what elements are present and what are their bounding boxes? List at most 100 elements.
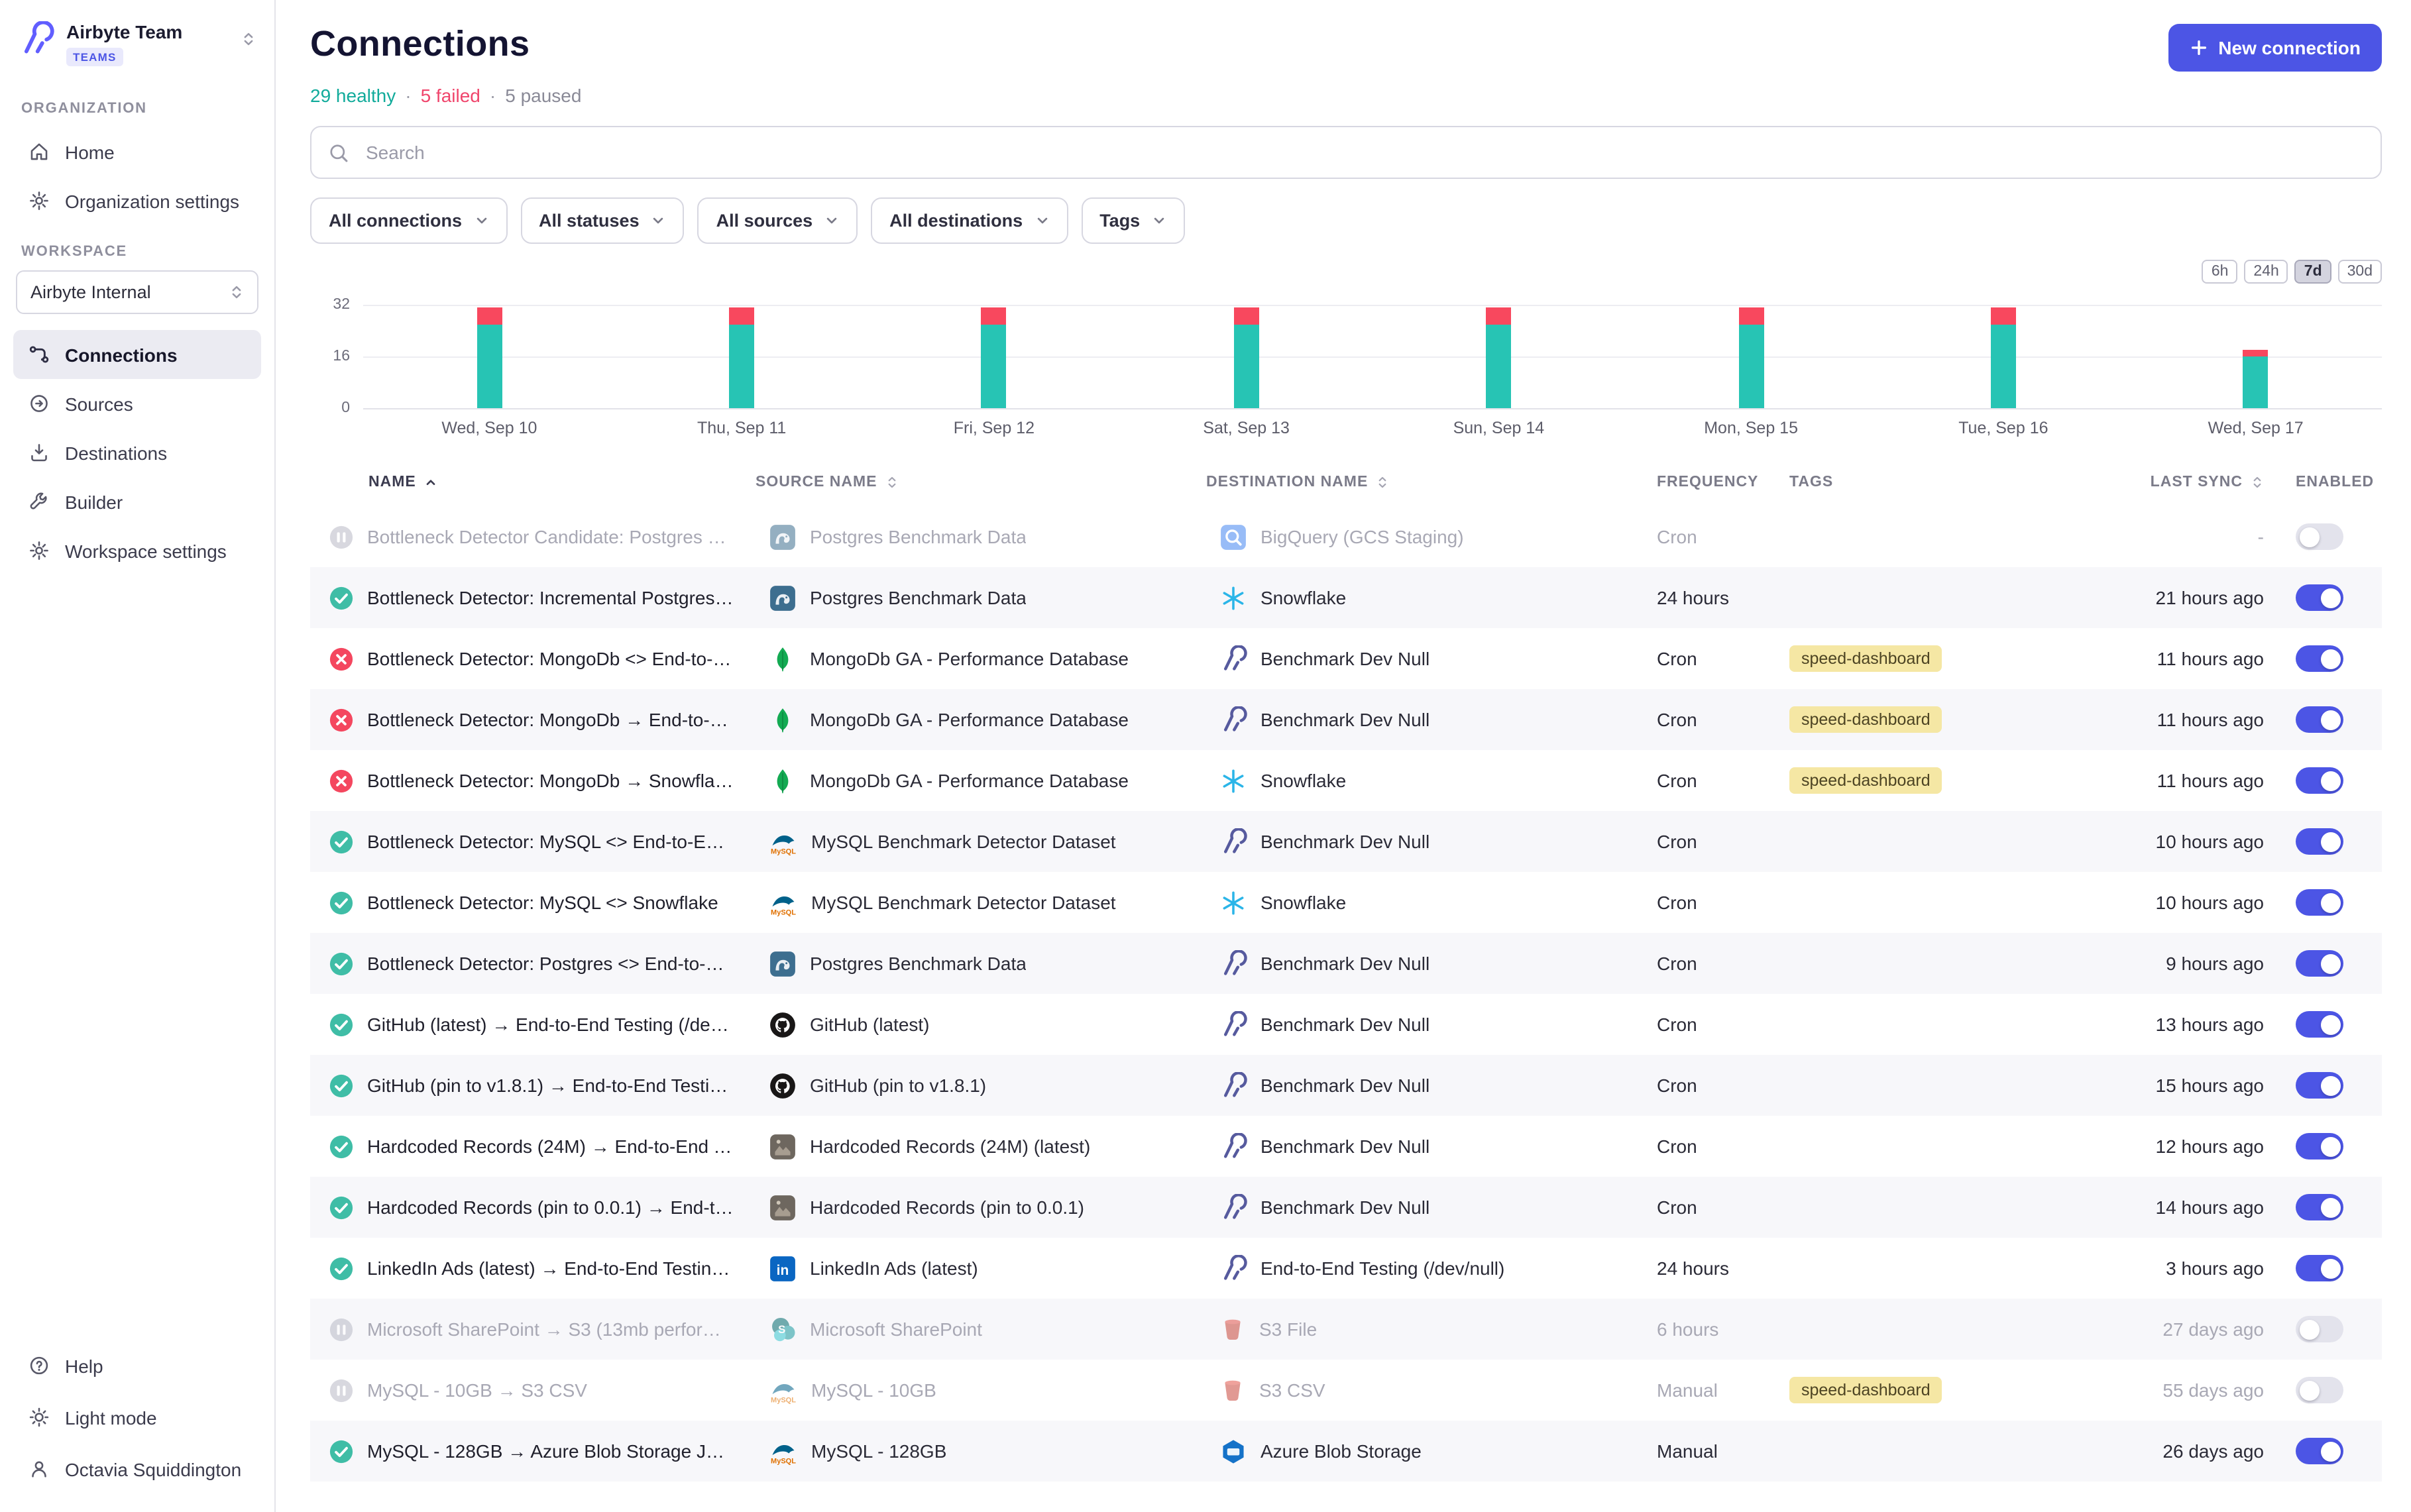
enabled-toggle[interactable]	[2296, 1316, 2343, 1342]
chart-bar[interactable]	[729, 308, 754, 408]
frequency-value: 24 hours	[1657, 1258, 1729, 1279]
filter-all-connections[interactable]: All connections	[310, 197, 507, 244]
last-sync-value: 12 hours ago	[2156, 1136, 2264, 1157]
filter-all-sources[interactable]: All sources	[698, 197, 858, 244]
source-name: Microsoft SharePoint	[810, 1319, 982, 1340]
table-row[interactable]: GitHub (pin to v1.8.1) → End-to-End Test…	[310, 1055, 2382, 1116]
table-row[interactable]: Hardcoded Records (pin to 0.0.1) → End-t…	[310, 1177, 2382, 1238]
table-row[interactable]: Microsoft SharePoint → S3 (13mb performa…	[310, 1299, 2382, 1360]
connection-name: GitHub (latest) → End-to-End Testing (/d…	[367, 1014, 734, 1035]
chart-bar[interactable]	[1234, 308, 1259, 408]
chart-bar-slot	[1120, 308, 1373, 408]
sidebar-item-home[interactable]: Home	[13, 127, 261, 176]
destination-cell: Snowflake	[1206, 584, 1657, 612]
column-header-tags[interactable]: TAGS	[1789, 474, 2121, 490]
time-range-7d[interactable]: 7d	[2295, 260, 2331, 284]
enabled-toggle[interactable]	[2296, 1072, 2343, 1099]
sidebar-item-organization-settings[interactable]: Organization settings	[13, 176, 261, 225]
table-row[interactable]: Bottleneck Detector: MongoDb → Snowflake…	[310, 750, 2382, 811]
hardcoded-records-icon	[769, 1193, 797, 1221]
chart-bar[interactable]	[1486, 308, 1511, 408]
destination-name: Snowflake	[1261, 892, 1346, 913]
sidebar-footer-item-octavia-squiddington[interactable]: Octavia Squiddington	[13, 1444, 261, 1493]
table-row[interactable]: Bottleneck Detector: Incremental Postgre…	[310, 567, 2382, 628]
enabled-toggle[interactable]	[2296, 1255, 2343, 1281]
enabled-toggle[interactable]	[2296, 584, 2343, 611]
enabled-toggle[interactable]	[2296, 889, 2343, 916]
table-row[interactable]: MySQL - 10GB → S3 CSVMySQLMySQL - 10GBS3…	[310, 1360, 2382, 1421]
chart-bar-failed-segment	[981, 308, 1007, 324]
chart-bar[interactable]	[477, 308, 502, 408]
frequency-cell: Cron	[1657, 1014, 1789, 1035]
enabled-toggle[interactable]	[2296, 706, 2343, 733]
column-header-source-name[interactable]: SOURCE NAME	[756, 474, 1206, 490]
column-header-frequency[interactable]: FREQUENCY	[1657, 474, 1789, 490]
enabled-toggle[interactable]	[2296, 1011, 2343, 1038]
chart-bar-slot	[363, 308, 616, 408]
sidebar-item-workspace-settings[interactable]: Workspace settings	[13, 526, 261, 575]
chart-bar-succeeded-segment	[1234, 324, 1259, 408]
column-header-name[interactable]: NAME	[310, 474, 756, 490]
chart-bar-failed-segment	[1234, 308, 1259, 324]
column-header-label: DESTINATION NAME	[1206, 474, 1368, 490]
sidebar-footer-item-help[interactable]: Help	[13, 1341, 261, 1390]
time-range-24h[interactable]: 24h	[2244, 260, 2288, 284]
table-row[interactable]: Bottleneck Detector: MySQL <> End-to-End…	[310, 811, 2382, 872]
search-input[interactable]	[363, 140, 2365, 164]
table-row[interactable]: Bottleneck Detector Candidate: Postgres …	[310, 506, 2382, 567]
destination-name: BigQuery (GCS Staging)	[1261, 526, 1464, 547]
table-row[interactable]: Bottleneck Detector: Postgres <> End-to-…	[310, 933, 2382, 994]
sidebar-item-destinations[interactable]: Destinations	[13, 428, 261, 477]
table-row[interactable]: Bottleneck Detector: MongoDb → End-to-En…	[310, 689, 2382, 750]
column-header-enabled[interactable]: ENABLED	[2280, 474, 2382, 490]
frequency-cell: Cron	[1657, 526, 1789, 547]
connection-name-cell: Bottleneck Detector: Incremental Postgre…	[310, 585, 756, 610]
chart-bar[interactable]	[1991, 308, 2016, 408]
sidebar-item-connections[interactable]: Connections	[13, 330, 261, 379]
frequency-value: 24 hours	[1657, 587, 1729, 608]
time-range-30d[interactable]: 30d	[2338, 260, 2382, 284]
chart-bar[interactable]	[1738, 308, 1764, 408]
enabled-toggle[interactable]	[2296, 950, 2343, 977]
enabled-toggle[interactable]	[2296, 1133, 2343, 1160]
organization-section-label: ORGANIZATION	[21, 101, 253, 117]
frequency-value: Manual	[1657, 1440, 1718, 1462]
table-row[interactable]: Bottleneck Detector: MySQL <> SnowflakeM…	[310, 872, 2382, 933]
enabled-toggle[interactable]	[2296, 828, 2343, 855]
enabled-cell	[2280, 645, 2382, 672]
chart-bar[interactable]	[981, 308, 1007, 408]
enabled-toggle[interactable]	[2296, 1377, 2343, 1403]
destination-name: Benchmark Dev Null	[1261, 709, 1430, 730]
chart-bar[interactable]	[2243, 350, 2269, 408]
sidebar-item-sources[interactable]: Sources	[13, 379, 261, 428]
table-row[interactable]: GitHub (latest) → End-to-End Testing (/d…	[310, 994, 2382, 1055]
table-row[interactable]: Hardcoded Records (24M) → End-to-End Te.…	[310, 1116, 2382, 1177]
enabled-toggle[interactable]	[2296, 767, 2343, 794]
devnull-icon	[1219, 645, 1247, 673]
filter-all-destinations[interactable]: All destinations	[871, 197, 1068, 244]
last-sync-cell: 11 hours ago	[2121, 770, 2280, 791]
new-connection-button[interactable]: New connection	[2168, 24, 2382, 72]
search-bar[interactable]	[310, 126, 2382, 179]
sidebar-footer-item-light-mode[interactable]: Light mode	[13, 1393, 261, 1442]
workspace-selector[interactable]: Airbyte Internal	[16, 270, 258, 314]
table-row[interactable]: Bottleneck Detector: MongoDb <> End-to-E…	[310, 628, 2382, 689]
enabled-toggle[interactable]	[2296, 1194, 2343, 1220]
enabled-toggle[interactable]	[2296, 1438, 2343, 1464]
frequency-cell: Cron	[1657, 831, 1789, 852]
enabled-toggle[interactable]	[2296, 645, 2343, 672]
column-header-destination-name[interactable]: DESTINATION NAME	[1206, 474, 1657, 490]
filter-all-statuses[interactable]: All statuses	[520, 197, 685, 244]
team-switcher[interactable]: Airbyte Team TEAMS	[13, 19, 261, 82]
table-row[interactable]: LinkedIn Ads (latest) → End-to-End Testi…	[310, 1238, 2382, 1299]
column-header-last-sync[interactable]: LAST SYNC	[2121, 474, 2280, 490]
sidebar-item-builder[interactable]: Builder	[13, 477, 261, 526]
tag-badge: speed-dashboard	[1789, 767, 1942, 794]
filter-tags[interactable]: Tags	[1081, 197, 1185, 244]
last-sync-value: 13 hours ago	[2156, 1014, 2264, 1035]
frequency-value: Cron	[1657, 831, 1697, 852]
enabled-toggle[interactable]	[2296, 523, 2343, 550]
time-range-6h[interactable]: 6h	[2202, 260, 2238, 284]
linkedin-icon: in	[769, 1254, 797, 1282]
table-row[interactable]: MySQL - 128GB → Azure Blob Storage JSOn …	[310, 1421, 2382, 1482]
